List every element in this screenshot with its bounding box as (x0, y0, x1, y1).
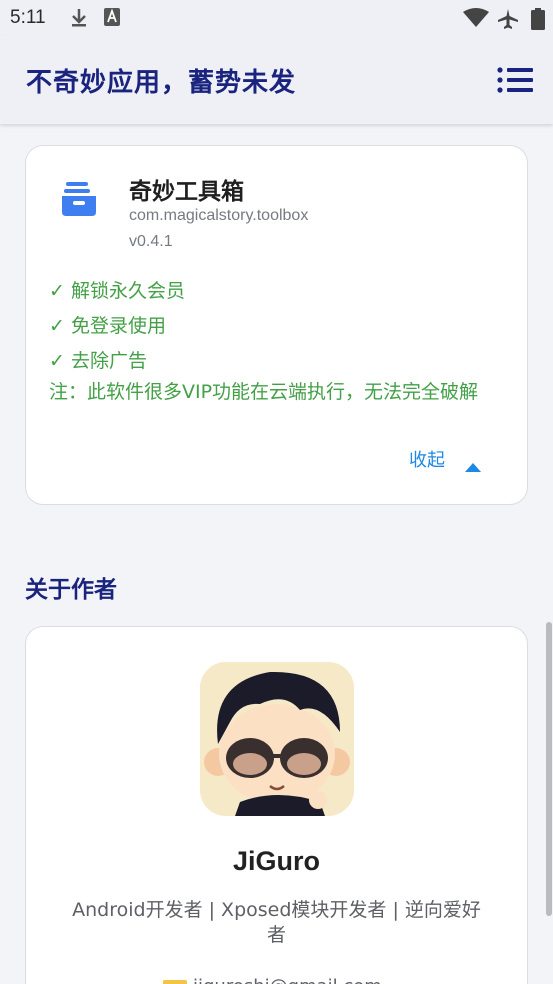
status-bar: 5:11 (0, 0, 553, 36)
collapse-button[interactable]: 收起 (409, 446, 445, 472)
download-icon (70, 8, 88, 32)
airplane-icon (497, 8, 519, 34)
feature-item: ✓ 免登录使用 (49, 315, 166, 337)
battery-icon (531, 8, 545, 34)
list-menu-icon (497, 67, 533, 93)
feature-item: ✓ 去除广告 (49, 350, 147, 372)
font-icon (104, 8, 120, 30)
author-description: Android开发者 | Xposed模块开发者 | 逆向爱好者 (72, 899, 481, 946)
author-avatar (200, 662, 354, 816)
page-title: 不奇妙应用，蓄势未发 (26, 68, 297, 98)
chevron-up-icon[interactable] (465, 457, 481, 476)
app-bar: 不奇妙应用，蓄势未发 (0, 36, 553, 124)
wifi-icon (463, 8, 489, 32)
feature-item: ✓ 解锁永久会员 (49, 280, 185, 302)
app-package: com.magicalstory.toolbox (129, 207, 309, 224)
section-title-about: 关于作者 (25, 577, 117, 603)
toolbox-icon (50, 172, 108, 230)
status-time: 5:11 (10, 7, 46, 28)
mail-icon (163, 980, 187, 984)
list-menu-button[interactable] (496, 66, 536, 96)
crack-note: 注：此软件很多VIP功能在云端执行，无法完全破解 (49, 381, 479, 403)
scrollbar[interactable] (546, 622, 552, 916)
author-name: JiGuro (232, 846, 320, 876)
app-name: 奇妙工具箱 (129, 179, 244, 205)
email-text: jiguroshi@gmail.com (193, 976, 382, 984)
app-version: v0.4.1 (129, 233, 173, 250)
